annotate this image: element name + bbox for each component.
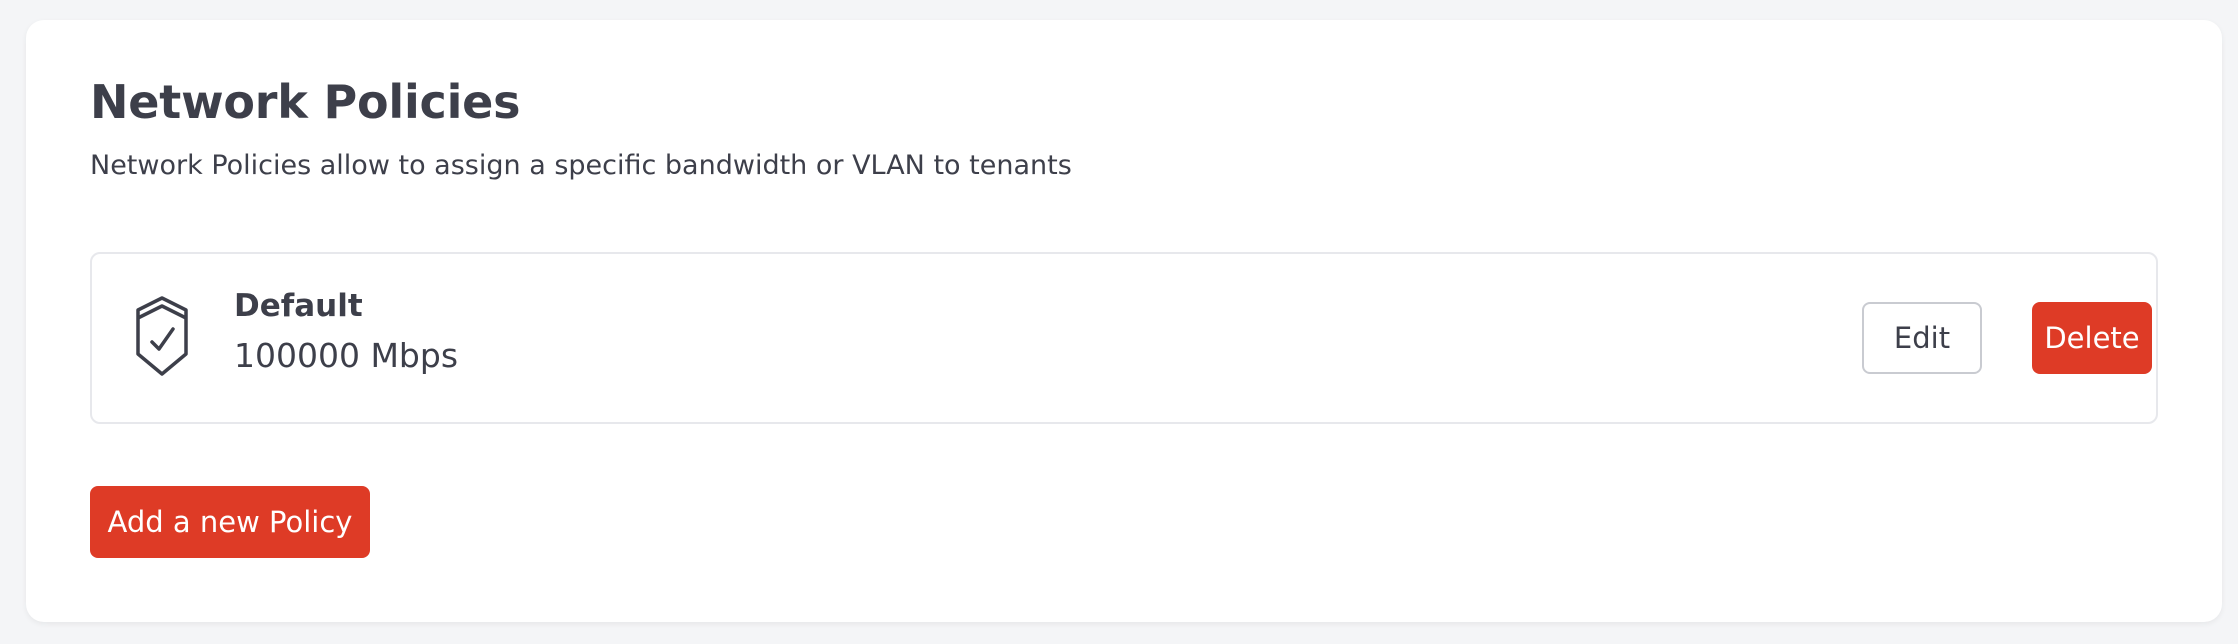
- add-policy-button[interactable]: Add a new Policy: [90, 486, 370, 558]
- policy-bandwidth: 100000 Mbps: [234, 336, 459, 375]
- policy-row: Default 100000 Mbps Edit Delete: [90, 252, 2158, 424]
- policy-name: Default: [234, 288, 363, 324]
- network-policies-card: Network Policies Network Policies allow …: [26, 20, 2222, 622]
- shield-check-icon: [132, 296, 192, 380]
- page-description: Network Policies allow to assign a speci…: [90, 150, 1072, 181]
- page-title: Network Policies: [90, 75, 521, 129]
- delete-policy-button[interactable]: Delete: [2032, 302, 2152, 374]
- edit-policy-button[interactable]: Edit: [1862, 302, 1982, 374]
